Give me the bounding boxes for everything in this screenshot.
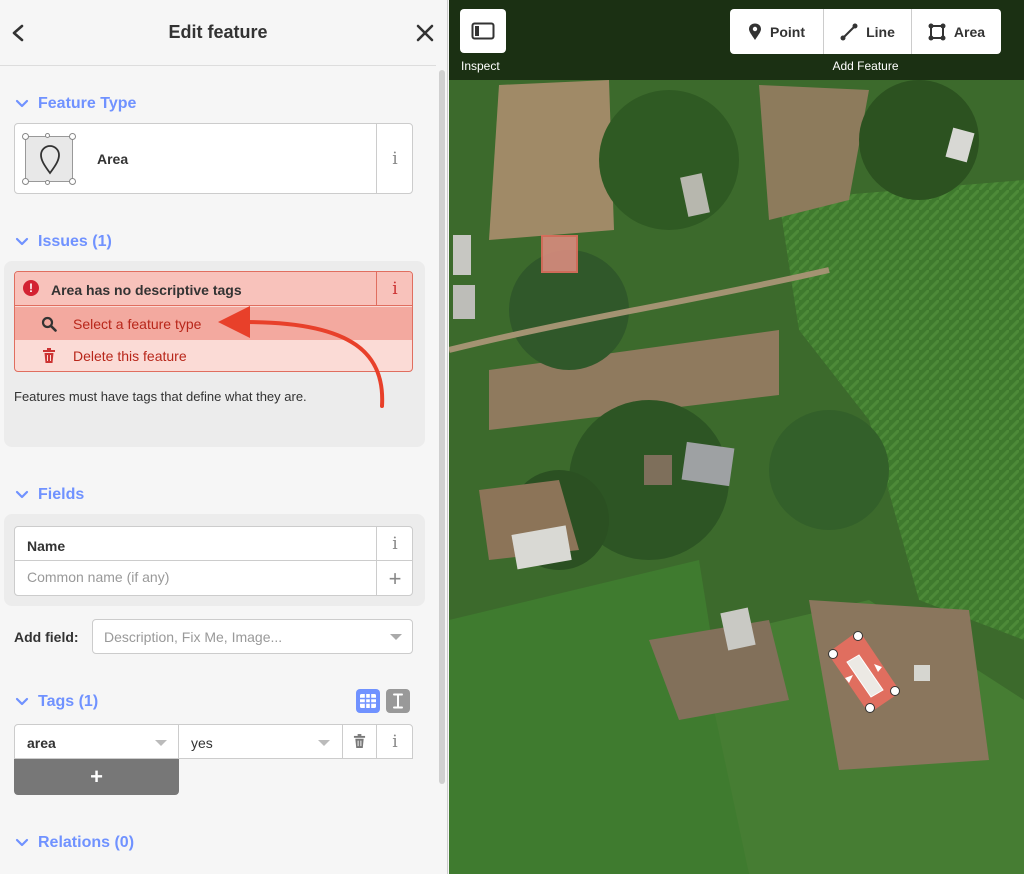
relations-section-label: Relations (0): [38, 834, 135, 851]
inspect-button[interactable]: [460, 9, 506, 53]
fix-select-feature-type[interactable]: Select a feature type: [15, 307, 412, 340]
add-feature-label: Add Feature: [832, 59, 899, 73]
tag-key[interactable]: area: [27, 735, 56, 751]
error-icon: !: [23, 280, 39, 296]
chevron-down-icon: [15, 99, 29, 108]
text-cursor-icon: [393, 693, 403, 709]
satellite-imagery[interactable]: [449, 0, 1024, 874]
name-field: Name i +: [14, 526, 413, 596]
tag-row: area yes i: [14, 724, 413, 759]
name-input[interactable]: [27, 569, 367, 585]
add-field-combo[interactable]: [92, 619, 413, 654]
add-field-label: Add field:: [14, 629, 79, 645]
issue-header[interactable]: ! Area has no descriptive tags i: [15, 272, 412, 306]
caret-down-icon[interactable]: [318, 740, 330, 746]
issue-item: ! Area has no descriptive tags i Select …: [14, 271, 413, 372]
sidebar: Edit feature Feature Type Area i Issues …: [0, 0, 448, 874]
add-localized-name-button[interactable]: +: [376, 561, 413, 596]
table-icon: [360, 694, 376, 708]
tags-section-label: Tags (1): [38, 693, 99, 710]
page-title: Edit feature: [168, 22, 268, 42]
preset-info-button[interactable]: i: [376, 124, 413, 193]
sidebar-header: Edit feature: [0, 0, 436, 66]
inspect-label: Inspect: [461, 59, 500, 73]
fields-section-label: Fields: [38, 486, 85, 503]
feature-type-section-toggle[interactable]: Feature Type: [14, 95, 136, 113]
fix-label: Delete this feature: [73, 347, 187, 364]
preset-selector[interactable]: Area i: [14, 123, 413, 194]
caret-down-icon[interactable]: [155, 740, 167, 746]
issue-title: Area has no descriptive tags: [51, 282, 242, 298]
feature-type-section-label: Feature Type: [38, 95, 137, 112]
area-preset-icon: [22, 133, 76, 185]
map-canvas[interactable]: [449, 0, 1024, 874]
tag-value[interactable]: yes: [191, 735, 213, 751]
add-area-button[interactable]: Area: [911, 9, 1001, 54]
tag-info-button[interactable]: i: [376, 725, 413, 758]
close-icon: [416, 24, 434, 42]
close-button[interactable]: [410, 18, 440, 48]
chevron-down-icon: [15, 490, 29, 499]
text-view-button[interactable]: [386, 689, 410, 713]
preset-name: Area: [97, 151, 129, 167]
fix-label: Select a feature type: [73, 315, 202, 332]
issue-info-button[interactable]: i: [376, 272, 412, 305]
chevron-down-icon: [15, 697, 29, 706]
point-icon: [749, 23, 761, 40]
delete-tag-button[interactable]: [342, 725, 376, 758]
add-area-label: Area: [953, 23, 986, 40]
relations-section-toggle[interactable]: Relations (0): [14, 834, 134, 852]
name-field-label-text: Name: [27, 538, 66, 554]
add-field-input[interactable]: [104, 629, 374, 645]
add-line-button[interactable]: Line: [823, 9, 911, 54]
line-icon: [840, 23, 858, 40]
list-view-button[interactable]: [356, 689, 380, 713]
sidebar-scrollbar[interactable]: [439, 70, 445, 784]
map-pin-icon: [40, 145, 60, 175]
add-feature-modes: Point Line Area: [730, 9, 1001, 54]
name-field-info-button[interactable]: i: [376, 527, 413, 561]
add-line-label: Line: [866, 23, 895, 40]
chevron-down-icon: [15, 237, 29, 246]
fix-delete-feature[interactable]: Delete this feature: [15, 339, 412, 371]
issue-tip: Features must have tags that define what…: [14, 389, 307, 404]
area-icon: [928, 23, 946, 40]
add-tag-button[interactable]: +: [14, 759, 179, 795]
name-field-label: Name i: [15, 527, 412, 561]
issues-section-toggle[interactable]: Issues (1): [14, 233, 112, 251]
caret-down-icon[interactable]: [390, 634, 402, 640]
trash-icon: [353, 734, 365, 748]
tags-section-toggle[interactable]: Tags (1): [14, 693, 98, 711]
trash-icon: [41, 347, 57, 364]
add-point-button[interactable]: Point: [730, 9, 823, 54]
issues-section-label: Issues (1): [38, 233, 112, 250]
chevron-down-icon: [15, 838, 29, 847]
add-point-label: Point: [770, 23, 805, 40]
fields-section-toggle[interactable]: Fields: [14, 486, 84, 504]
sidebar-toggle-icon: [471, 22, 495, 40]
search-icon: [41, 316, 57, 332]
